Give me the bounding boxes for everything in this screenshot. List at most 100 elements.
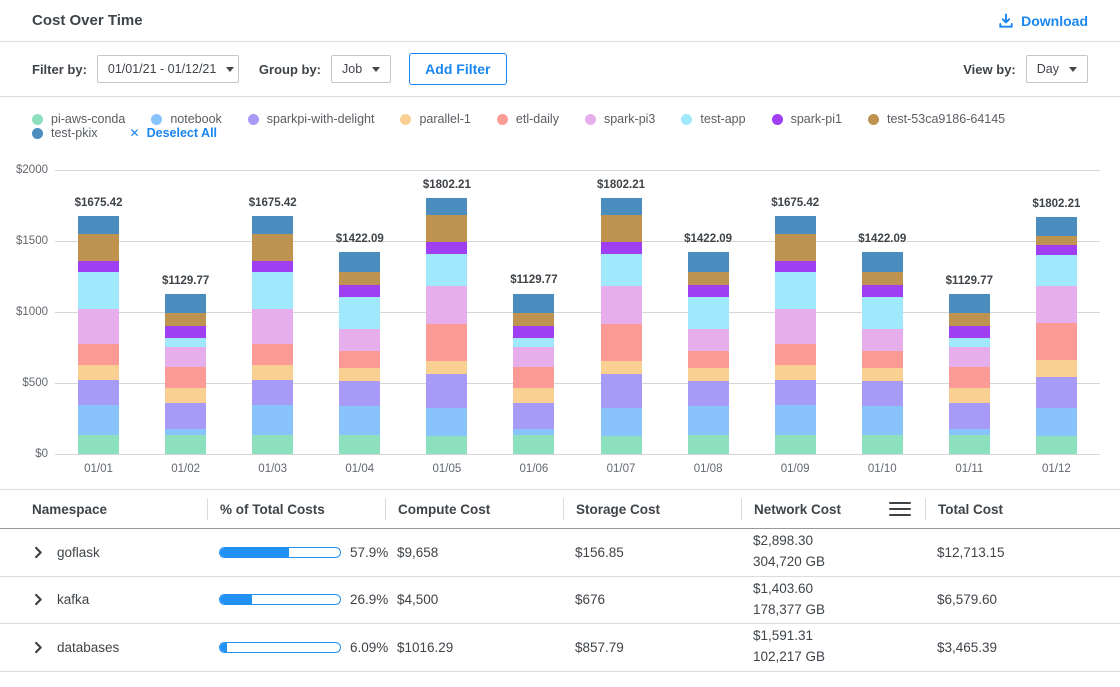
bar-segment-pi-aws-conda[interactable]	[339, 435, 380, 454]
bar-segment-test-app[interactable]	[949, 338, 990, 347]
bar-segment-spark-pi3[interactable]	[78, 309, 119, 345]
bar-segment-test-53ca9186-64145[interactable]	[688, 272, 729, 285]
bar-segment-sparkpi-with-delight[interactable]	[601, 374, 642, 408]
bar-segment-spark-pi3[interactable]	[165, 347, 206, 368]
add-filter-button[interactable]: Add Filter	[409, 53, 506, 85]
bar-segment-parallel-1[interactable]	[513, 388, 554, 403]
legend-item-spark-pi1[interactable]: spark-pi1	[772, 112, 842, 126]
bar-segment-notebook[interactable]	[78, 405, 119, 435]
bar-segment-pi-aws-conda[interactable]	[601, 436, 642, 454]
bar-segment-pi-aws-conda[interactable]	[949, 435, 990, 454]
download-button[interactable]: Download	[998, 13, 1088, 29]
bar-segment-test-53ca9186-64145[interactable]	[339, 272, 380, 285]
bar-segment-pi-aws-conda[interactable]	[775, 435, 816, 454]
bar-segment-sparkpi-with-delight[interactable]	[1036, 377, 1077, 408]
bar-segment-notebook[interactable]	[339, 406, 380, 435]
bar-segment-etl-daily[interactable]	[688, 351, 729, 368]
bar-segment-spark-pi1[interactable]	[165, 326, 206, 338]
bar-segment-pi-aws-conda[interactable]	[426, 436, 467, 454]
bar-segment-test-app[interactable]	[862, 297, 903, 329]
legend-item-pi-aws-conda[interactable]: pi-aws-conda	[32, 112, 125, 126]
namespace-cell[interactable]: goflask	[32, 545, 207, 560]
table-row-databases[interactable]: databases6.09%$1016.29$857.79$1,591.3110…	[0, 624, 1120, 672]
bar-segment-etl-daily[interactable]	[165, 367, 206, 388]
bar-segment-spark-pi1[interactable]	[688, 285, 729, 297]
legend-item-spark-pi3[interactable]: spark-pi3	[585, 112, 655, 126]
bar-segment-spark-pi1[interactable]	[862, 285, 903, 297]
bar-segment-etl-daily[interactable]	[775, 344, 816, 365]
bar-segment-notebook[interactable]	[688, 406, 729, 435]
bar-segment-spark-pi1[interactable]	[426, 242, 467, 253]
table-row-kafka[interactable]: kafka26.9%$4,500$676$1,403.60178,377 GB$…	[0, 577, 1120, 625]
bar-segment-test-53ca9186-64145[interactable]	[426, 215, 467, 243]
bar-segment-sparkpi-with-delight[interactable]	[78, 380, 119, 406]
bar-segment-spark-pi1[interactable]	[513, 326, 554, 338]
bar-segment-sparkpi-with-delight[interactable]	[862, 381, 903, 406]
stacked-bar[interactable]	[513, 294, 554, 454]
bar-segment-test-pkix[interactable]	[601, 198, 642, 215]
bar-segment-pi-aws-conda[interactable]	[862, 435, 903, 454]
bar-segment-test-app[interactable]	[775, 272, 816, 308]
bar-segment-test-pkix[interactable]	[862, 252, 903, 272]
bar-segment-notebook[interactable]	[252, 405, 293, 435]
stacked-bar[interactable]	[949, 294, 990, 454]
bar-segment-test-pkix[interactable]	[513, 294, 554, 314]
legend-item-etl-daily[interactable]: etl-daily	[497, 112, 559, 126]
bar-segment-test-app[interactable]	[339, 297, 380, 329]
bar-segment-spark-pi1[interactable]	[339, 285, 380, 297]
bar-segment-notebook[interactable]	[862, 406, 903, 435]
view-by-select[interactable]: Day	[1026, 55, 1088, 83]
bar-segment-test-53ca9186-64145[interactable]	[949, 313, 990, 326]
bar-segment-test-pkix[interactable]	[339, 252, 380, 272]
bar-segment-etl-daily[interactable]	[339, 351, 380, 368]
group-by-select[interactable]: Job	[331, 55, 391, 83]
bar-segment-pi-aws-conda[interactable]	[78, 435, 119, 454]
stacked-bar[interactable]	[78, 216, 119, 454]
bar-segment-test-app[interactable]	[165, 338, 206, 347]
stacked-bar[interactable]	[688, 252, 729, 454]
legend-item-test-53ca9186-64145[interactable]: test-53ca9186-64145	[868, 112, 1005, 126]
bar-segment-pi-aws-conda[interactable]	[1036, 436, 1077, 454]
chevron-right-icon[interactable]	[32, 593, 45, 606]
bar-segment-etl-daily[interactable]	[601, 324, 642, 361]
bar-segment-spark-pi3[interactable]	[252, 309, 293, 345]
bar-segment-parallel-1[interactable]	[949, 388, 990, 403]
stacked-bar[interactable]	[426, 198, 467, 454]
bar-segment-parallel-1[interactable]	[165, 388, 206, 403]
stacked-bar[interactable]	[1036, 217, 1077, 454]
date-range-select[interactable]: 01/01/21 - 01/12/21	[97, 55, 239, 83]
bar-segment-sparkpi-with-delight[interactable]	[165, 403, 206, 429]
bar-segment-spark-pi3[interactable]	[1036, 286, 1077, 324]
bar-segment-test-app[interactable]	[1036, 255, 1077, 286]
bar-segment-parallel-1[interactable]	[1036, 360, 1077, 377]
bar-segment-notebook[interactable]	[426, 408, 467, 436]
deselect-all-button[interactable]: ✕Deselect All	[130, 126, 217, 140]
chevron-right-icon[interactable]	[32, 641, 45, 654]
bar-segment-pi-aws-conda[interactable]	[165, 435, 206, 454]
bar-segment-etl-daily[interactable]	[862, 351, 903, 368]
bar-segment-spark-pi1[interactable]	[1036, 245, 1077, 255]
bar-segment-spark-pi1[interactable]	[949, 326, 990, 338]
table-row-goflask[interactable]: goflask57.9%$9,658$156.85$2,898.30304,72…	[0, 529, 1120, 577]
bar-segment-parallel-1[interactable]	[688, 368, 729, 381]
legend-item-notebook[interactable]: notebook	[151, 112, 221, 126]
bar-segment-test-app[interactable]	[252, 272, 293, 308]
bar-segment-parallel-1[interactable]	[426, 361, 467, 374]
stacked-bar[interactable]	[339, 252, 380, 454]
bar-segment-parallel-1[interactable]	[78, 365, 119, 380]
bar-segment-parallel-1[interactable]	[775, 365, 816, 380]
bar-segment-spark-pi3[interactable]	[862, 329, 903, 351]
bar-segment-test-pkix[interactable]	[78, 216, 119, 234]
bar-segment-test-pkix[interactable]	[688, 252, 729, 272]
bar-segment-parallel-1[interactable]	[862, 368, 903, 381]
bar-segment-spark-pi1[interactable]	[252, 261, 293, 272]
bar-segment-notebook[interactable]	[601, 408, 642, 436]
bar-segment-test-pkix[interactable]	[426, 198, 467, 215]
bar-segment-test-53ca9186-64145[interactable]	[165, 313, 206, 326]
legend-item-test-pkix[interactable]: test-pkix	[32, 126, 98, 140]
bar-segment-etl-daily[interactable]	[1036, 323, 1077, 360]
bar-segment-test-app[interactable]	[513, 338, 554, 347]
bar-segment-spark-pi1[interactable]	[775, 261, 816, 272]
bar-segment-test-pkix[interactable]	[252, 216, 293, 234]
bar-segment-spark-pi3[interactable]	[426, 286, 467, 324]
